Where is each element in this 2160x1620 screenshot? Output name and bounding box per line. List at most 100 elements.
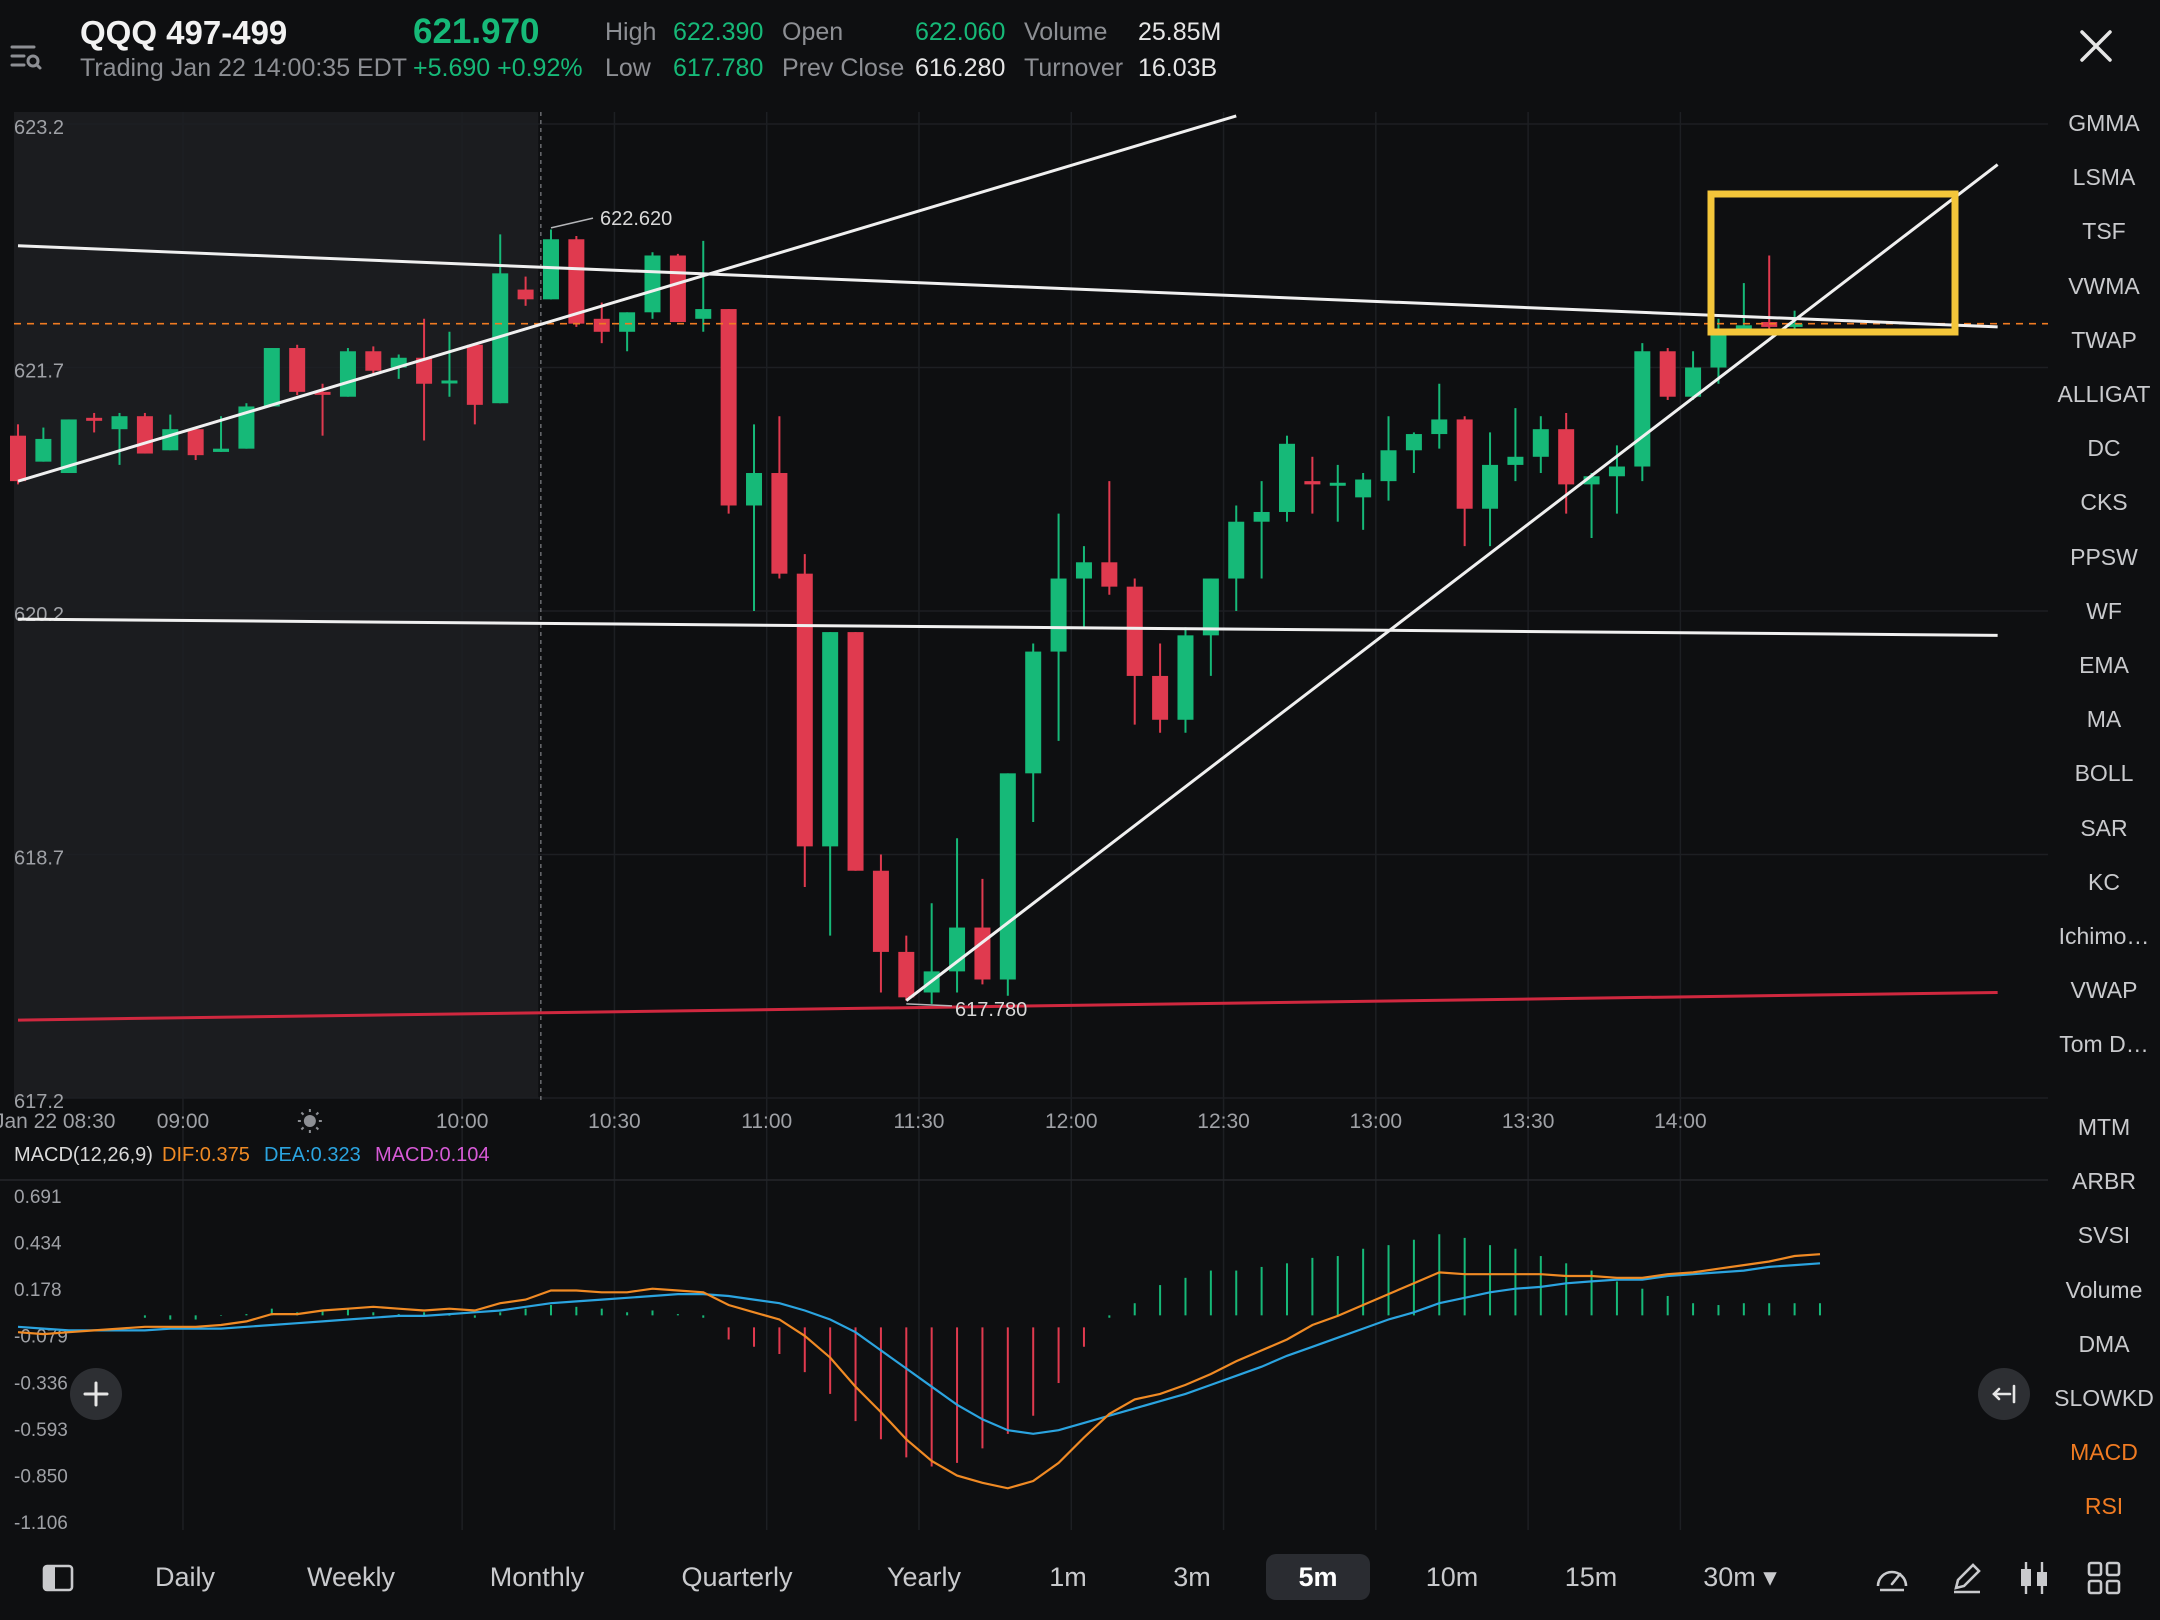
timeframe-15m[interactable]: 15m: [1551, 1554, 1631, 1600]
candle-body: [1608, 466, 1625, 477]
candle-body: [136, 416, 153, 454]
candle-body: [695, 309, 712, 319]
indicator-item-twap[interactable]: TWAP: [2048, 327, 2160, 354]
high-marker-label: 622.620: [600, 208, 672, 230]
candle-body: [365, 351, 382, 371]
timeframe-weekly[interactable]: Weekly: [291, 1554, 411, 1600]
indicator-item-tsf[interactable]: TSF: [2048, 218, 2160, 245]
candle-body: [111, 416, 128, 430]
macd-dif-label: DIF:0.375: [162, 1144, 250, 1166]
x-axis-label: 10:30: [588, 1110, 641, 1133]
indicator-item-mtm[interactable]: MTM: [2048, 1114, 2160, 1141]
indicator-item-tomd[interactable]: Tom D…: [2048, 1031, 2160, 1058]
plus-icon: [83, 1381, 109, 1407]
candle-body: [771, 473, 788, 574]
volume-value: 25.85M: [1138, 18, 1222, 46]
gauge-icon[interactable]: [1872, 1558, 1912, 1598]
candle-body: [1634, 351, 1651, 467]
x-axis-label: 11:30: [893, 1110, 944, 1133]
indicator-item-volume[interactable]: Volume: [2048, 1277, 2160, 1304]
prev-close-label: Prev Close: [782, 54, 905, 82]
indicator-item-ichimo[interactable]: Ichimo…: [2048, 923, 2160, 950]
candle-body: [86, 417, 103, 421]
candle-body: [339, 351, 356, 397]
menu-list-icon[interactable]: [8, 38, 44, 74]
indicator-item-svsi[interactable]: SVSI: [2048, 1222, 2160, 1249]
indicator-item-cks[interactable]: CKS: [2048, 489, 2160, 516]
x-axis-label: 10:00: [436, 1110, 489, 1133]
indicator-item-gmma[interactable]: GMMA: [2048, 110, 2160, 137]
indicator-item-slowkd[interactable]: SLOWKD: [2048, 1385, 2160, 1412]
timeframe-daily[interactable]: Daily: [130, 1554, 240, 1600]
macd-y-label: -0.336: [14, 1373, 68, 1394]
candle-body: [1253, 511, 1270, 522]
candle-body: [1482, 464, 1499, 509]
indicator-item-boll[interactable]: BOLL: [2048, 760, 2160, 787]
timeframe-3m[interactable]: 3m: [1157, 1554, 1227, 1600]
timeframe-yearly[interactable]: Yearly: [869, 1554, 979, 1600]
indicator-item-dma[interactable]: DMA: [2048, 1331, 2160, 1358]
symbol-title: QQQ 497-499: [80, 14, 288, 51]
price-chart[interactable]: 623.2621.7620.2618.7617.2622.620617.780J…: [0, 110, 2048, 1530]
candle-body: [1558, 429, 1575, 485]
turnover-value: 16.03B: [1138, 54, 1218, 82]
trading-status: Trading Jan 22 14:00:35 EDT: [80, 54, 408, 82]
candle-body: [1532, 429, 1549, 457]
sidebar-toggle-icon[interactable]: [38, 1558, 78, 1598]
indicator-item-arbr[interactable]: ARBR: [2048, 1168, 2160, 1195]
indicator-item-wf[interactable]: WF: [2048, 598, 2160, 625]
low-label: Low: [605, 54, 651, 82]
candle-body: [1659, 351, 1676, 397]
timeframe-10m[interactable]: 10m: [1412, 1554, 1492, 1600]
timeframe-quarterly[interactable]: Quarterly: [662, 1554, 812, 1600]
candle-body: [593, 318, 610, 332]
turnover-label: Turnover: [1024, 54, 1124, 82]
pencil-icon[interactable]: [1946, 1558, 1986, 1598]
candle-body: [1507, 456, 1524, 465]
candle-body: [619, 312, 636, 332]
indicator-item-ma[interactable]: MA: [2048, 706, 2160, 733]
quote-header: QQQ 497-499 Trading Jan 22 14:00:35 EDT …: [0, 0, 2160, 110]
candlestick-icon[interactable]: [2014, 1558, 2054, 1598]
macd-hist-label: MACD:0.104: [375, 1144, 490, 1166]
collapse-arrow-icon: [1992, 1384, 2016, 1404]
candle-body: [517, 289, 534, 300]
high-value: 622.390: [673, 18, 764, 46]
indicator-item-sar[interactable]: SAR: [2048, 815, 2160, 842]
candle-body: [10, 435, 26, 482]
candle-body: [1152, 675, 1169, 720]
timeframe-monthly[interactable]: Monthly: [467, 1554, 607, 1600]
timeframe-5m[interactable]: 5m: [1266, 1554, 1370, 1600]
highlight-box: [1707, 190, 1959, 336]
candle-body: [1177, 635, 1194, 720]
indicator-item-macd[interactable]: MACD: [2048, 1439, 2160, 1466]
indicator-item-vwma[interactable]: VWMA: [2048, 273, 2160, 300]
low-marker-label: 617.780: [955, 999, 1027, 1021]
candle-body: [746, 473, 763, 506]
timeframe-1m[interactable]: 1m: [1033, 1554, 1103, 1600]
macd-y-label: 0.691: [14, 1187, 62, 1208]
indicator-item-ppsw[interactable]: PPSW: [2048, 544, 2160, 571]
indicator-item-ema[interactable]: EMA: [2048, 652, 2160, 679]
add-indicator-button[interactable]: [70, 1368, 122, 1420]
collapse-panel-button[interactable]: [1978, 1368, 2030, 1420]
indicator-item-kc[interactable]: KC: [2048, 869, 2160, 896]
candle-body: [263, 348, 280, 407]
candle-body: [720, 309, 737, 506]
timeframe-30m[interactable]: 30m ▾: [1690, 1554, 1790, 1600]
indicator-item-dc[interactable]: DC: [2048, 435, 2160, 462]
grid-icon[interactable]: [2084, 1558, 2124, 1598]
indicator-item-rsi[interactable]: RSI: [2048, 1493, 2160, 1520]
indicator-item-vwap[interactable]: VWAP: [2048, 977, 2160, 1004]
indicator-item-lsma[interactable]: LSMA: [2048, 164, 2160, 191]
candle-body: [1202, 578, 1219, 636]
y-axis-label: 621.7: [14, 361, 64, 383]
candle-body: [35, 438, 52, 462]
candle-body: [872, 870, 889, 952]
y-axis-label: 623.2: [14, 117, 64, 139]
low-marker-leader: [906, 1003, 953, 1007]
sun-icon: [297, 1109, 322, 1133]
close-icon[interactable]: [2074, 24, 2118, 68]
indicator-item-alligat[interactable]: ALLIGAT: [2048, 381, 2160, 408]
x-axis-label: Jan 22 08:30: [0, 1110, 115, 1133]
